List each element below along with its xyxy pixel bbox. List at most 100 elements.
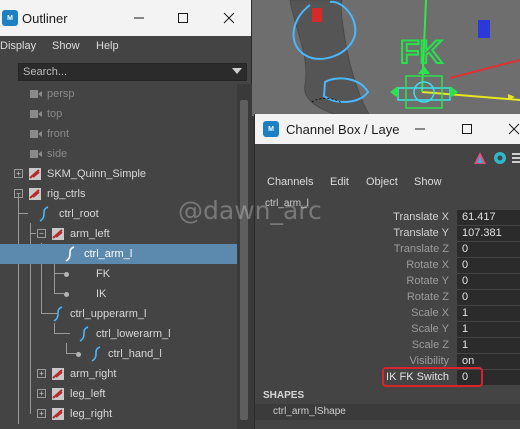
close-button[interactable]	[214, 3, 244, 33]
menu-display[interactable]: Display	[0, 40, 36, 52]
skeleton-group-icon	[52, 408, 64, 420]
shape-row[interactable]: ctrl_arm_lShape	[255, 404, 520, 420]
fk-viewport-label: FK	[399, 33, 444, 71]
attr-name: Rotate Z	[406, 291, 449, 303]
attr-row-translate-y[interactable]: Translate Y 107.381	[255, 226, 520, 242]
attr-row-rotate-y[interactable]: Rotate Y 0	[255, 274, 520, 290]
nurbs-curve-icon	[79, 326, 89, 342]
camera-icon	[30, 130, 42, 138]
outliner-item-label: ctrl_arm_l	[84, 248, 133, 260]
attr-row-rotate-x[interactable]: Rotate X 0	[255, 258, 520, 274]
outliner-row-fk[interactable]: FK	[0, 264, 237, 284]
outliner-row-arm-right[interactable]: + arm_right	[0, 364, 237, 384]
close-icon	[508, 123, 520, 135]
expand-plus-icon[interactable]: +	[37, 369, 46, 378]
attr-name: Translate X	[393, 211, 449, 223]
outliner-row-skm-quinn-simple[interactable]: + SKM_Quinn_Simple	[0, 164, 237, 184]
outliner-search-input[interactable]	[19, 64, 246, 80]
outliner-item-label: rig_ctrls	[47, 188, 86, 200]
outliner-row-ctrl-arm-l[interactable]: ctrl_arm_l	[0, 244, 237, 264]
outliner-item-label: leg_left	[70, 388, 106, 400]
camera-icon	[30, 150, 42, 158]
outliner-row-ctrl-lowerarm-l[interactable]: ctrl_lowerarm_l	[0, 324, 237, 344]
outliner-row-front[interactable]: front	[0, 124, 237, 144]
minimize-button[interactable]	[405, 114, 435, 144]
nurbs-curve-icon	[65, 246, 75, 262]
attr-value-field[interactable]: 1	[457, 322, 520, 337]
channel-box-icon[interactable]	[511, 151, 520, 165]
outliner-item-label: persp	[47, 88, 75, 100]
menu-object[interactable]: Object	[366, 176, 398, 188]
outliner-item-label: ctrl_hand_l	[108, 348, 162, 360]
outliner-row-ctrl-upperarm-l[interactable]: ctrl_upperarm_l	[0, 304, 237, 324]
attribute-editor-icon[interactable]	[473, 151, 487, 165]
viewport-scene	[250, 0, 520, 116]
expand-plus-icon[interactable]: +	[37, 409, 46, 418]
menu-show[interactable]: Show	[414, 176, 442, 188]
outliner-scrollbar[interactable]	[237, 84, 252, 429]
skeleton-group-icon	[52, 228, 64, 240]
close-button[interactable]	[499, 114, 520, 144]
nurbs-curve-icon	[53, 306, 63, 322]
channel-box-titlebar[interactable]: M Channel Box / Laye	[255, 114, 520, 144]
expand-minus-icon[interactable]: −	[14, 189, 23, 198]
attr-row-scale-z[interactable]: Scale Z 1	[255, 338, 520, 354]
outliner-row-top[interactable]: top	[0, 104, 237, 124]
outliner-row-leg-left[interactable]: + leg_left	[0, 384, 237, 404]
channel-box-toolbar	[255, 144, 520, 172]
menu-show[interactable]: Show	[52, 40, 80, 52]
expand-minus-icon[interactable]: −	[37, 229, 46, 238]
attr-value-field[interactable]: 61.417	[457, 210, 520, 225]
camera-icon	[30, 110, 42, 118]
outliner-row-arm-left[interactable]: − arm_left	[0, 224, 237, 244]
attr-value-field[interactable]: 0	[457, 242, 520, 257]
outliner-item-label: FK	[96, 268, 111, 280]
locator-dot-icon	[64, 292, 69, 297]
outliner-row-ik[interactable]: IK	[0, 284, 237, 304]
attr-value-field[interactable]: 0	[457, 290, 520, 305]
attr-value-field[interactable]: 1	[457, 338, 520, 353]
outliner-item-label: leg_right	[70, 408, 113, 420]
attr-row-scale-y[interactable]: Scale Y 1	[255, 322, 520, 338]
attr-value-field[interactable]: 1	[457, 306, 520, 321]
attr-name: Scale Y	[411, 323, 449, 335]
attr-value-field[interactable]: 0	[457, 274, 520, 289]
expand-plus-icon[interactable]: +	[37, 389, 46, 398]
channel-box-title: Channel Box / Laye	[286, 122, 400, 137]
attr-name: Rotate Y	[406, 275, 449, 287]
outliner-row-leg-right[interactable]: + leg_right	[0, 404, 237, 424]
tool-settings-icon[interactable]	[493, 151, 507, 165]
attr-name: Scale Z	[411, 339, 449, 351]
minimize-icon	[415, 128, 425, 130]
outliner-item-label: ctrl_lowerarm_l	[96, 328, 171, 340]
menu-edit[interactable]: Edit	[330, 176, 349, 188]
close-icon	[223, 12, 235, 24]
attr-value-field[interactable]: 107.381	[457, 226, 520, 241]
maya-app-icon: M	[263, 121, 279, 137]
attr-row-rotate-z[interactable]: Rotate Z 0	[255, 290, 520, 306]
expand-plus-icon[interactable]: +	[14, 169, 23, 178]
maximize-button[interactable]	[168, 3, 198, 33]
menu-help[interactable]: Help	[96, 40, 119, 52]
skeleton-group-icon	[29, 188, 41, 200]
camera-icon	[30, 90, 42, 98]
minimize-button[interactable]	[124, 3, 154, 33]
maximize-button[interactable]	[452, 114, 482, 144]
outliner-row-persp[interactable]: persp	[0, 84, 237, 104]
attr-row-translate-z[interactable]: Translate Z 0	[255, 242, 520, 258]
outliner-item-label: IK	[96, 288, 107, 300]
skeleton-group-icon	[52, 388, 64, 400]
outliner-search-box[interactable]	[18, 63, 247, 81]
attr-value-field[interactable]: 0	[457, 258, 520, 273]
chevron-down-icon[interactable]	[232, 68, 242, 74]
outliner-row-ctrl-hand-l[interactable]: ctrl_hand_l	[0, 344, 237, 364]
outliner-row-side[interactable]: side	[0, 144, 237, 164]
menu-channels[interactable]: Channels	[267, 176, 313, 188]
locator-dot-icon	[64, 272, 69, 277]
scrollbar-thumb[interactable]	[240, 100, 248, 420]
outliner-titlebar[interactable]: M Outliner	[0, 0, 251, 36]
attr-row-scale-x[interactable]: Scale X 1	[255, 306, 520, 322]
viewport-3d[interactable]: FK	[250, 0, 520, 116]
ik-fk-switch-highlight	[382, 367, 483, 387]
maximize-icon	[178, 13, 188, 23]
